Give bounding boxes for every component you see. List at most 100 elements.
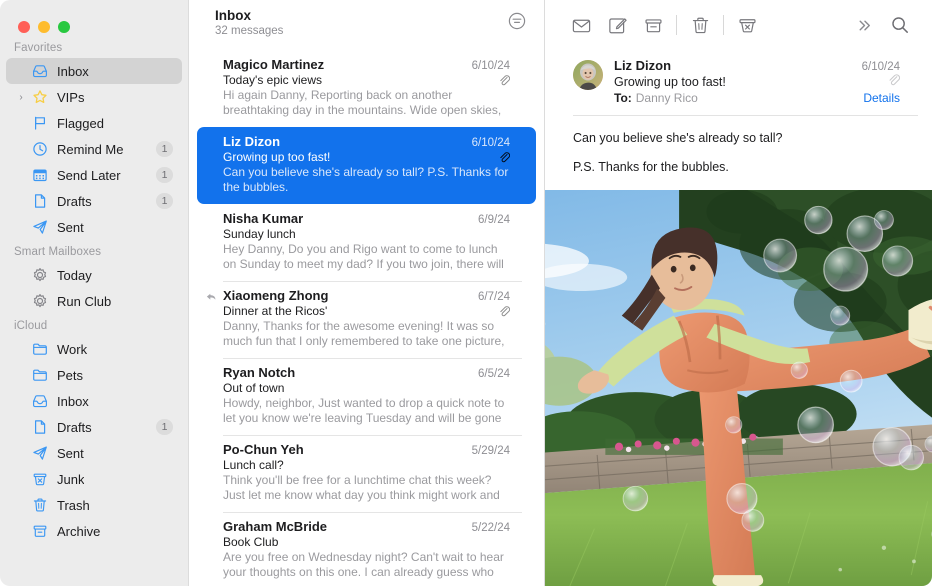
- junk-button[interactable]: [729, 10, 765, 40]
- sidebar-item-archive[interactable]: Archive: [6, 518, 182, 544]
- message-list-pane: Inbox 32 messages Magico Martinez6/10/24…: [188, 0, 544, 586]
- unread-badge: 1: [156, 419, 173, 435]
- message-subject: Today's epic views: [223, 73, 322, 87]
- mark-unread-button[interactable]: [563, 10, 599, 40]
- sidebar-item-junk[interactable]: Junk: [6, 466, 182, 492]
- message-sender: Xiaomeng Zhong: [223, 288, 328, 303]
- sidebar-item-today[interactable]: Today: [6, 262, 182, 288]
- filter-icon[interactable]: [504, 8, 530, 34]
- message-sender: Po-Chun Yeh: [223, 442, 304, 457]
- sidebar-item-remind-me[interactable]: Remind Me 1: [6, 136, 182, 162]
- sidebar-item-label: Inbox: [57, 394, 89, 409]
- sidebar-item-label: Junk: [57, 472, 84, 487]
- paperclip-icon: [498, 74, 510, 86]
- body-paragraph: Can you believe she's already so tall?: [573, 130, 904, 147]
- archive-button[interactable]: [635, 10, 671, 40]
- message-preview: Hi again Danny, Reporting back on anothe…: [223, 88, 510, 118]
- unread-badge: 1: [156, 193, 173, 209]
- folder-icon: [29, 341, 51, 357]
- recipient-name: Danny Rico: [636, 91, 698, 105]
- message-subject: Lunch call?: [223, 458, 284, 472]
- sidebar-item-run-club[interactable]: Run Club: [6, 288, 182, 314]
- paperclip-icon: [498, 151, 510, 163]
- avatar: [573, 60, 603, 90]
- message-count: 32 messages: [215, 24, 283, 39]
- message-list-item[interactable]: Nisha Kumar6/9/24Sunday lunchHey Danny, …: [197, 204, 536, 281]
- flag-icon: [29, 115, 51, 131]
- sidebar-item-sent[interactable]: Sent: [6, 214, 182, 240]
- sidebar-item-label: Work: [57, 342, 87, 357]
- sidebar-item-drafts[interactable]: Drafts1: [6, 188, 182, 214]
- message-list[interactable]: Magico Martinez6/10/24Today's epic views…: [189, 50, 544, 586]
- unread-badge: 1: [156, 141, 173, 157]
- message-subject: Out of town: [223, 381, 284, 395]
- search-icon[interactable]: [882, 10, 918, 40]
- sidebar-section: Smart MailboxesTodayRun Club: [0, 242, 188, 314]
- sidebar: FavoritesInbox›VIPsFlaggedRemind Me1Send…: [0, 0, 188, 586]
- message-subject: Dinner at the Ricos': [223, 304, 327, 318]
- sidebar-item-inbox[interactable]: Inbox: [6, 58, 182, 84]
- sidebar-item-pets[interactable]: Pets: [6, 362, 182, 388]
- sidebar-item-label: Sent: [57, 220, 84, 235]
- message-list-item[interactable]: Po-Chun Yeh5/29/24Lunch call?Think you'l…: [197, 435, 536, 512]
- message-date: 6/10/24: [464, 137, 510, 149]
- details-link[interactable]: Details: [863, 91, 900, 105]
- document-icon: [29, 419, 51, 435]
- sidebar-item-send-later[interactable]: Send Later 1: [6, 162, 182, 188]
- message-list-header: Inbox 32 messages: [189, 0, 544, 50]
- paperclip-icon[interactable]: [887, 73, 900, 86]
- more-button[interactable]: [846, 10, 882, 40]
- sidebar-item-trash[interactable]: Trash: [6, 492, 182, 518]
- minimize-window-button[interactable]: [38, 21, 50, 33]
- sidebar-item-label: Trash: [57, 498, 90, 513]
- star-icon: [29, 89, 51, 105]
- sidebar-item-label: Flagged: [57, 116, 104, 131]
- message-date: 6/10/24: [862, 61, 900, 73]
- chevron-right-icon[interactable]: ›: [14, 92, 28, 103]
- message-sender: Liz Dizon: [223, 134, 280, 149]
- message-subject: Sunday lunch: [223, 227, 296, 241]
- message-list-item[interactable]: Graham McBride5/22/24Book ClubAre you fr…: [197, 512, 536, 586]
- paperclip-icon: [498, 305, 510, 317]
- sidebar-item-label: Archive: [57, 524, 100, 539]
- message-list-item[interactable]: Xiaomeng Zhong6/7/24Dinner at the Ricos'…: [197, 281, 536, 358]
- sidebar-item-inbox[interactable]: Inbox: [6, 388, 182, 414]
- sidebar-section: iCloudWorkPetsInboxDrafts1SentJunkTrashA…: [0, 316, 188, 544]
- unread-badge: 1: [156, 167, 173, 183]
- folder-icon: [29, 367, 51, 383]
- sidebar-item-drafts[interactable]: Drafts1: [6, 414, 182, 440]
- maximize-window-button[interactable]: [58, 21, 70, 33]
- sidebar-item-label: Today: [57, 268, 92, 283]
- sidebar-item-label: Sent: [57, 446, 84, 461]
- message-sender: Graham McBride: [223, 519, 327, 534]
- message-list-item[interactable]: Magico Martinez6/10/24Today's epic views…: [197, 50, 536, 127]
- sidebar-item-label: Run Club: [57, 294, 111, 309]
- archive-icon: [29, 523, 51, 539]
- attachment-photo[interactable]: [545, 190, 932, 586]
- sidebar-item-flagged[interactable]: Flagged: [6, 110, 182, 136]
- message-body: Can you believe she's already so tall?P.…: [545, 116, 932, 176]
- message-list-item[interactable]: Ryan Notch6/5/24Out of townHowdy, neighb…: [197, 358, 536, 435]
- calendar-icon: [29, 167, 51, 183]
- sidebar-item-label: Remind Me: [57, 142, 123, 157]
- gear-icon: [29, 293, 51, 309]
- sidebar-item-vips[interactable]: › VIPs: [6, 84, 182, 110]
- sidebar-item-label: VIPs: [57, 90, 84, 105]
- message-preview: Can you believe she's already so tall? P…: [223, 165, 510, 195]
- message-list-item[interactable]: Liz Dizon6/10/24Growing up too fast!Can …: [197, 127, 536, 204]
- clock-icon: [29, 141, 51, 157]
- sidebar-section-header: Favorites: [0, 38, 188, 58]
- close-window-button[interactable]: [18, 21, 30, 33]
- sidebar-item-label: Send Later: [57, 168, 121, 183]
- sidebar-item-label: Pets: [57, 368, 83, 383]
- replied-icon: [205, 290, 217, 308]
- sidebar-section: FavoritesInbox›VIPsFlaggedRemind Me1Send…: [0, 38, 188, 240]
- sidebar-item-sent[interactable]: Sent: [6, 440, 182, 466]
- message-sender: Nisha Kumar: [223, 211, 303, 226]
- compose-button[interactable]: [599, 10, 635, 40]
- to-label: To:: [614, 91, 632, 105]
- paper-plane-icon: [29, 445, 51, 461]
- delete-button[interactable]: [682, 10, 718, 40]
- sidebar-item-work[interactable]: Work: [6, 336, 182, 362]
- reading-pane: Liz Dizon 6/10/24 Growing up too fast! T…: [544, 0, 932, 586]
